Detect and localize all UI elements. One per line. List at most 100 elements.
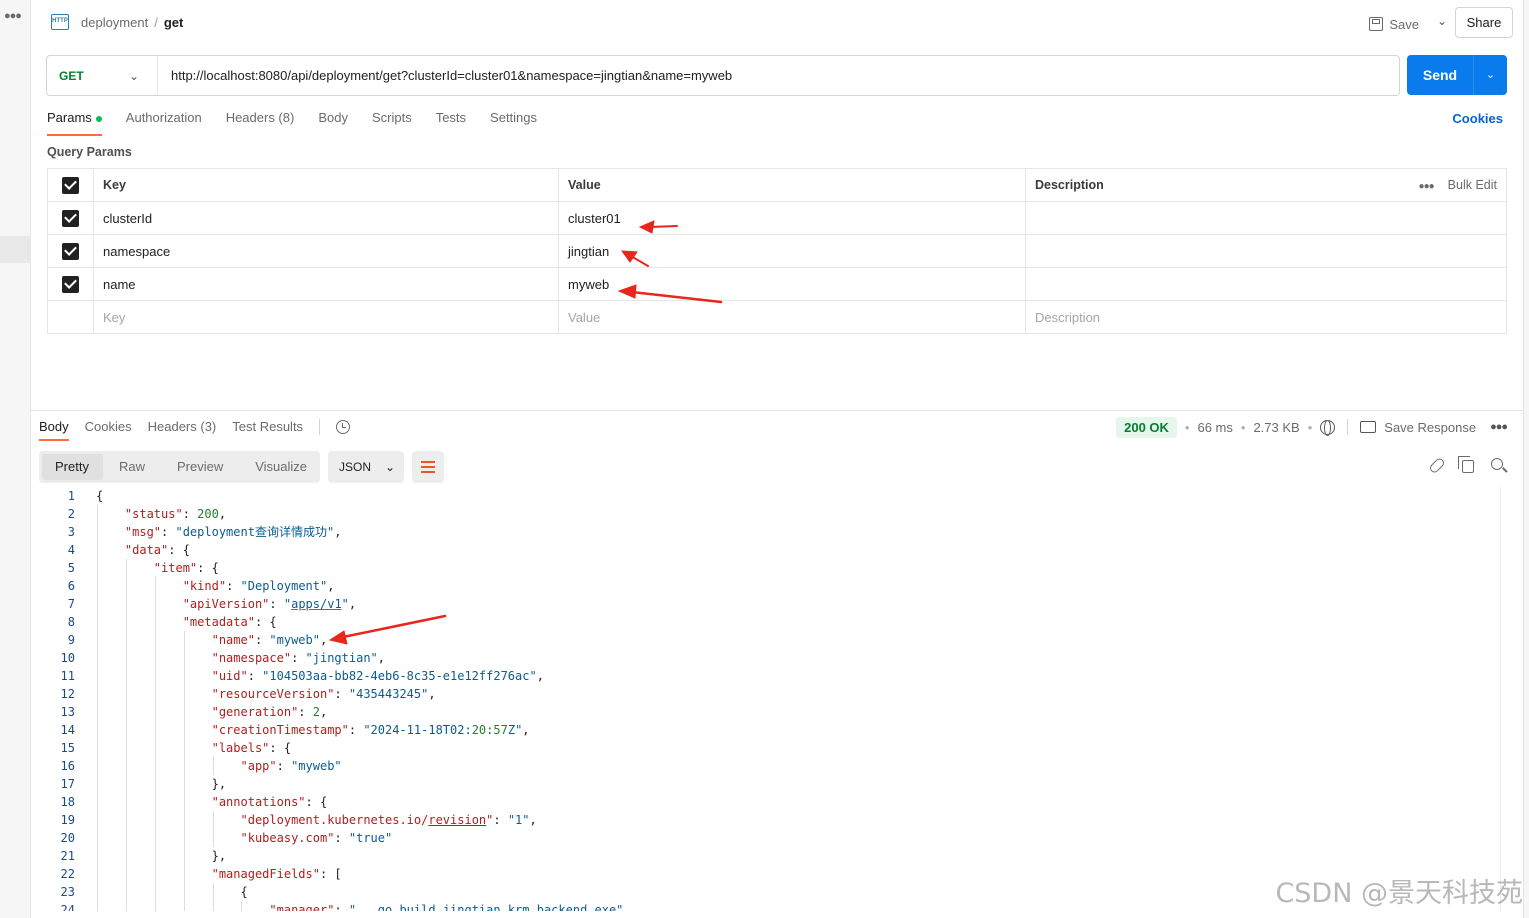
globe-icon[interactable] (1320, 419, 1336, 436)
view-preview[interactable]: Preview (161, 454, 239, 480)
code-text: "kind": "Deployment", (182, 579, 335, 593)
line-number: 15 (60, 741, 75, 755)
code-text: "apiVersion": "apps/v1", (182, 597, 357, 611)
response-tools (1428, 456, 1503, 475)
response-divider[interactable] (31, 410, 1523, 411)
format-chevron-down-icon: ⌄ (385, 460, 396, 474)
indent-guide (212, 811, 214, 847)
line-number: 9 (67, 633, 75, 647)
line-number: 14 (60, 723, 75, 737)
line-number: 16 (60, 759, 75, 773)
code-text: "deployment.kubernetes.io/revision": "1"… (240, 813, 537, 827)
more-options-icon[interactable]: ●●● (1490, 421, 1508, 433)
code-line: 7 "apiVersion": "apps/v1", (31, 595, 1501, 613)
code-line: 6 "kind": "Deployment", (31, 577, 1501, 595)
save-response-button[interactable]: Save Response (1384, 420, 1476, 435)
line-number: 17 (60, 777, 75, 791)
line-number: 7 (67, 597, 75, 611)
code-line: 12 "resourceVersion": "435443245", (31, 685, 1501, 703)
response-time[interactable]: 66 ms (1197, 420, 1232, 435)
view-pretty[interactable]: Pretty (42, 454, 103, 480)
code-text: "namespace": "jingtian", (211, 651, 386, 665)
code-text: { (96, 489, 104, 503)
code-text: "status": 200, (124, 507, 227, 521)
meta-separator: • (1240, 419, 1246, 435)
code-text: "app": "myweb" (240, 759, 342, 773)
code-text: { (96, 885, 248, 899)
line-number: 24 (60, 903, 75, 911)
indent-guide (97, 505, 98, 911)
code-line: 1{ (31, 487, 1501, 505)
code-scrollbar[interactable] (1500, 487, 1501, 911)
meta-separator: • (1307, 419, 1313, 435)
code-text: "metadata": { (182, 615, 277, 629)
code-text: }, (96, 777, 227, 791)
code-line: 18 "annotations": { (31, 793, 1501, 811)
code-line: 19 "deployment.kubernetes.io/revision": … (31, 811, 1501, 829)
indent-guide (183, 631, 185, 911)
line-number: 1 (67, 489, 75, 503)
response-body-code[interactable]: 1{2 "status": 200, 3 "msg": "deployment查询… (31, 487, 1501, 911)
line-number: 3 (67, 525, 75, 539)
tab-response-body[interactable]: Body (39, 419, 69, 441)
line-number: 18 (60, 795, 75, 809)
annotation-arrow (617, 284, 723, 304)
code-line: 17 }, (31, 775, 1501, 793)
tab-response-cookies[interactable]: Cookies (85, 419, 132, 441)
copy-icon[interactable] (1458, 456, 1474, 473)
view-raw[interactable]: Raw (103, 454, 161, 480)
format-select[interactable]: JSON ⌄ (328, 451, 404, 483)
tab-response-headers[interactable]: Headers (3) (148, 419, 217, 441)
history-icon[interactable] (336, 420, 351, 434)
code-text: "resourceVersion": "435443245", (211, 687, 436, 701)
code-text: "data": { (124, 543, 190, 557)
line-number: 19 (60, 813, 75, 827)
tabs-divider (319, 419, 321, 435)
code-line: 21 }, (31, 847, 1501, 865)
code-line: 14 "creationTimestamp": "2024-11-18T02:2… (31, 721, 1501, 739)
code-line: 16 "app": "myweb" (31, 757, 1501, 775)
line-number: 12 (60, 687, 75, 701)
wrap-lines-icon[interactable] (412, 451, 444, 483)
code-line: 20 "kubeasy.com": "true" (31, 829, 1501, 847)
response-view-switcher: Pretty Raw Preview Visualize (39, 451, 320, 483)
save-response-icon (1360, 421, 1377, 433)
response-size[interactable]: 2.73 KB (1253, 420, 1299, 435)
format-label: JSON (339, 460, 372, 474)
link-icon[interactable] (1428, 456, 1446, 475)
meta-separator: • (1184, 419, 1190, 435)
line-number: 10 (60, 651, 75, 665)
code-text: "item": { (153, 561, 219, 575)
line-number: 5 (67, 561, 75, 575)
line-number: 22 (60, 867, 75, 881)
line-number: 8 (67, 615, 75, 629)
line-number: 21 (60, 849, 75, 863)
response-meta: 200 OK • 66 ms • 2.73 KB • Save Response… (1116, 416, 1508, 438)
line-number: 6 (67, 579, 75, 593)
status-badge[interactable]: 200 OK (1116, 416, 1177, 438)
code-line: 10 "namespace": "jingtian", (31, 649, 1501, 667)
view-visualize[interactable]: Visualize (239, 454, 323, 480)
code-text: "name": "myweb", (211, 633, 328, 647)
line-number: 20 (60, 831, 75, 845)
annotation-arrow (638, 220, 678, 234)
line-number: 11 (60, 669, 75, 683)
indent-guide (212, 757, 214, 775)
code-text: "generation": 2, (211, 705, 328, 719)
code-text: "kubeasy.com": "true" (240, 831, 393, 845)
code-text: "creationTimestamp": "2024-11-18T02:20:5… (211, 723, 530, 737)
search-icon[interactable] (1491, 458, 1503, 470)
tab-test-results[interactable]: Test Results (232, 419, 303, 441)
code-line: 13 "generation": 2, (31, 703, 1501, 721)
indent-guide (212, 883, 214, 911)
code-line: 4 "data": { (31, 541, 1501, 559)
code-text: "manager": "___go_build_jingtian_krm_bac… (269, 903, 631, 911)
meta-divider (1347, 419, 1349, 435)
code-line: 2 "status": 200, (31, 505, 1501, 523)
indent-guide (241, 901, 243, 911)
code-line: 3 "msg": "deployment查询详情成功", (31, 523, 1501, 541)
watermark: CSDN @景天科技苑 (1275, 878, 1523, 909)
annotation-arrow (620, 250, 649, 267)
code-text: "msg": "deployment查询详情成功", (124, 525, 342, 539)
line-number: 13 (60, 705, 75, 719)
